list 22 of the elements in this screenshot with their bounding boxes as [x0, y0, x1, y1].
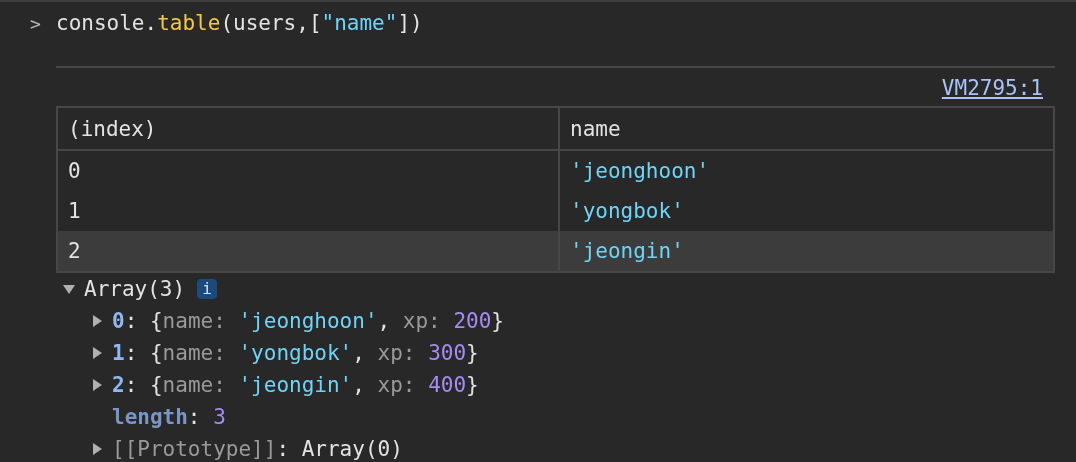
expand-triangle-icon[interactable] [90, 442, 104, 456]
expand-triangle-icon[interactable] [90, 378, 104, 392]
prompt-chevron: > [30, 12, 42, 34]
table-cell: 'jeongin' [558, 231, 1053, 271]
table-cell-text: 0 [67, 158, 82, 185]
property-entry[interactable]: 0: {name: 'jeonghoon', xp: 200} [112, 309, 504, 333]
table-row[interactable]: 2 'jeongin' [58, 231, 1053, 271]
console-command: console.table(users,["name"]) [56, 11, 423, 35]
column-header: (index) [67, 115, 158, 143]
array-label[interactable]: Array(3) [84, 277, 186, 301]
info-badge[interactable]: i [197, 279, 217, 299]
property-entry[interactable]: 2: {name: 'jeongin', xp: 400} [112, 373, 479, 397]
table-cell-text: 2 [67, 238, 82, 265]
collapse-triangle-icon[interactable] [62, 282, 76, 296]
property-entry[interactable]: 1: {name: 'yongbok', xp: 300} [112, 341, 479, 365]
table-cell-text: 1 [67, 198, 82, 225]
source-link[interactable]: VM2795:1 [941, 76, 1043, 102]
property-entry[interactable]: length: 3 [112, 405, 226, 429]
expand-triangle-icon[interactable] [90, 346, 104, 360]
property-entry[interactable]: [[Prototype]]: Array(0) [112, 437, 403, 461]
column-header: name [558, 108, 1053, 149]
expand-triangle-icon[interactable] [90, 314, 104, 328]
